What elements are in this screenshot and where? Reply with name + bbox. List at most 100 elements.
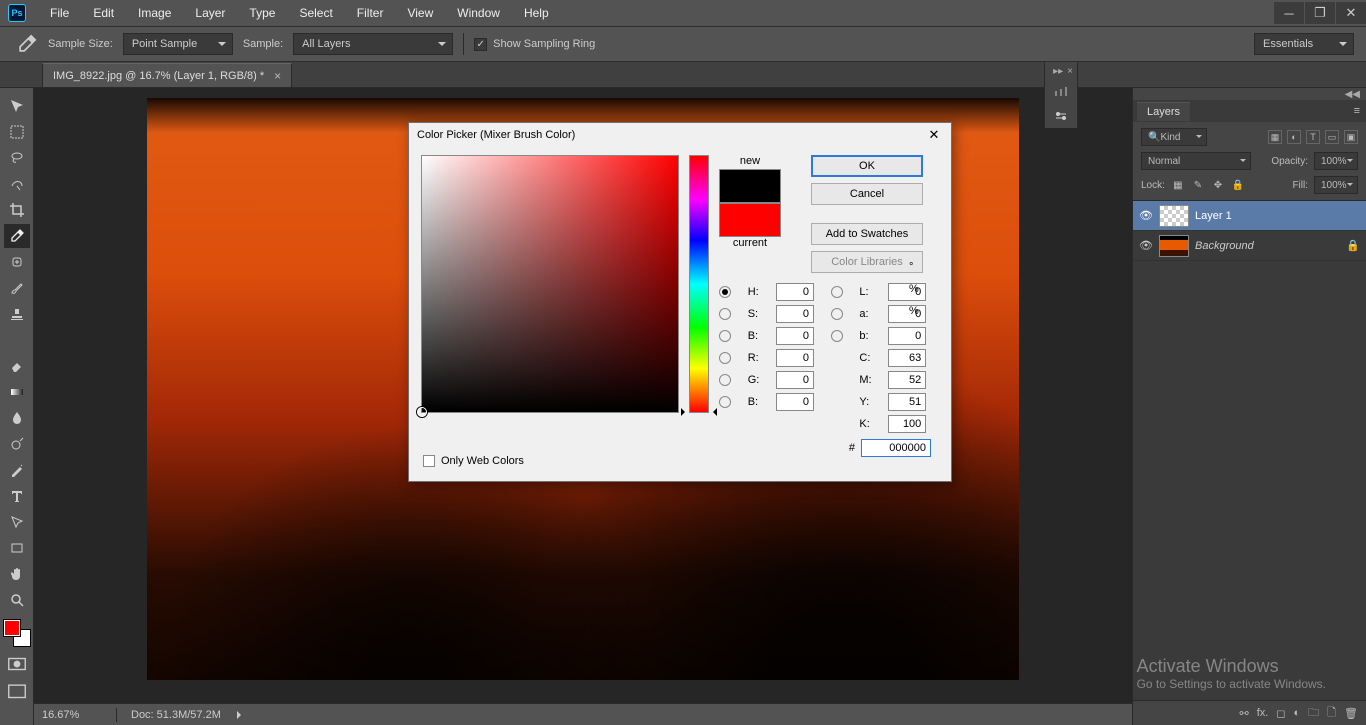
healing-tool[interactable] — [4, 250, 30, 274]
a-input[interactable]: 0 — [888, 305, 926, 323]
pixel-filter-icon[interactable]: ▦ — [1268, 130, 1282, 144]
status-menu-icon[interactable] — [237, 711, 245, 719]
brush-tool[interactable] — [4, 276, 30, 300]
quick-select-tool[interactable] — [4, 172, 30, 196]
opacity-input[interactable]: 100% — [1314, 152, 1358, 170]
quick-mask-toggle[interactable] — [6, 654, 28, 674]
layer-item[interactable]: 👁 Layer 1 — [1133, 201, 1366, 231]
layers-tab[interactable]: Layers — [1137, 102, 1190, 121]
layer-thumbnail[interactable] — [1159, 205, 1189, 227]
dialog-titlebar[interactable]: Color Picker (Mixer Brush Color) ✕ — [409, 123, 951, 147]
eraser-tool[interactable] — [4, 354, 30, 378]
shape-filter-icon[interactable]: ▭ — [1325, 130, 1339, 144]
sat-input[interactable]: 0 — [776, 305, 814, 323]
sample-size-dropdown[interactable]: Point Sample — [123, 33, 233, 55]
color-swatches[interactable] — [4, 620, 30, 646]
lock-position-icon[interactable]: ✥ — [1211, 178, 1225, 192]
blur-tool[interactable] — [4, 406, 30, 430]
filter-kind-dropdown[interactable]: 🔍 Kind — [1141, 128, 1207, 146]
menu-type[interactable]: Type — [237, 2, 287, 24]
stamp-tool[interactable] — [4, 302, 30, 326]
c-input[interactable]: 63 — [888, 349, 926, 367]
lock-all-icon[interactable]: 🔒 — [1231, 178, 1245, 192]
g-input[interactable]: 0 — [776, 371, 814, 389]
adjust-filter-icon[interactable]: ◐ — [1287, 130, 1301, 144]
zoom-level[interactable]: 16.67% — [42, 709, 102, 721]
layer-name[interactable]: Background — [1195, 240, 1254, 252]
color-libraries-button[interactable]: Color Libraries — [811, 251, 923, 273]
doc-size[interactable]: Doc: 51.3M/57.2M — [131, 709, 221, 721]
new-layer-icon[interactable]: 🗋 — [1327, 704, 1336, 723]
dialog-close-icon[interactable]: ✕ — [925, 126, 943, 144]
smart-filter-icon[interactable]: ▣ — [1344, 130, 1358, 144]
lock-transparent-icon[interactable]: ▦ — [1171, 178, 1185, 192]
b2-input[interactable]: 0 — [776, 393, 814, 411]
sample-layers-dropdown[interactable]: All Layers — [293, 33, 453, 55]
panel-menu-icon[interactable]: ≡ — [1348, 105, 1366, 117]
hue-input[interactable]: 0 — [776, 283, 814, 301]
close-tab-icon[interactable]: × — [274, 69, 281, 83]
blend-mode-dropdown[interactable]: Normal — [1141, 152, 1251, 170]
l-radio[interactable] — [831, 286, 843, 298]
ok-button[interactable]: OK — [811, 155, 923, 177]
type-filter-icon[interactable]: T — [1306, 130, 1320, 144]
menu-select[interactable]: Select — [287, 2, 344, 24]
y-input[interactable]: 51 — [888, 393, 926, 411]
move-tool[interactable] — [4, 94, 30, 118]
lasso-tool[interactable] — [4, 146, 30, 170]
filter-type-icons[interactable]: ▦ ◐ T ▭ ▣ — [1268, 130, 1358, 144]
hue-slider[interactable] — [689, 155, 709, 413]
panel-grip[interactable]: ◀◀ — [1133, 88, 1366, 100]
current-color-swatch[interactable] — [719, 203, 781, 237]
menu-file[interactable]: File — [38, 2, 81, 24]
show-sampling-ring-checkbox[interactable]: ✓ Show Sampling Ring — [474, 38, 595, 51]
dodge-tool[interactable] — [4, 432, 30, 456]
a-radio[interactable] — [831, 308, 843, 320]
eyedropper-tool-preset-icon[interactable] — [16, 33, 38, 55]
hand-tool[interactable] — [4, 562, 30, 586]
hue-radio[interactable] — [719, 286, 731, 298]
fill-input[interactable]: 100% — [1314, 176, 1358, 194]
minimize-button[interactable]: ─ — [1274, 2, 1304, 24]
layer-item[interactable]: 👁 Background 🔒 — [1133, 231, 1366, 261]
fx-icon[interactable]: fx. — [1257, 707, 1269, 719]
layer-thumbnail[interactable] — [1159, 235, 1189, 257]
workspace-dropdown[interactable]: Essentials — [1254, 33, 1354, 55]
menu-layer[interactable]: Layer — [183, 2, 237, 24]
layer-name[interactable]: Layer 1 — [1195, 210, 1232, 222]
b-radio[interactable] — [831, 330, 843, 342]
maximize-button[interactable]: ❐ — [1305, 2, 1335, 24]
b2-radio[interactable] — [719, 396, 731, 408]
m-input[interactable]: 52 — [888, 371, 926, 389]
strip-grip[interactable]: ▸▸× — [1045, 64, 1077, 78]
close-button[interactable]: ✕ — [1336, 2, 1366, 24]
add-to-swatches-button[interactable]: Add to Swatches — [811, 223, 923, 245]
history-brush-tool[interactable] — [4, 328, 30, 352]
type-tool[interactable] — [4, 484, 30, 508]
link-layers-icon[interactable]: ⚯ — [1240, 707, 1249, 720]
color-field-cursor[interactable] — [417, 407, 427, 417]
g-radio[interactable] — [719, 374, 731, 386]
marquee-tool[interactable] — [4, 120, 30, 144]
brush-presets-panel-icon[interactable] — [1046, 104, 1076, 128]
document-tab[interactable]: IMG_8922.jpg @ 16.7% (Layer 1, RGB/8) * … — [42, 63, 292, 87]
sat-radio[interactable] — [719, 308, 731, 320]
bri-input[interactable]: 0 — [776, 327, 814, 345]
crop-tool[interactable] — [4, 198, 30, 222]
screen-mode-toggle[interactable] — [6, 682, 28, 702]
mask-icon[interactable]: ◻ — [1276, 707, 1285, 720]
only-web-colors-checkbox[interactable]: Only Web Colors — [423, 455, 524, 467]
menu-image[interactable]: Image — [126, 2, 183, 24]
r-input[interactable]: 0 — [776, 349, 814, 367]
menu-help[interactable]: Help — [512, 2, 561, 24]
visibility-icon[interactable]: 👁 — [1139, 209, 1153, 222]
menu-view[interactable]: View — [395, 2, 445, 24]
color-field[interactable] — [421, 155, 679, 413]
menu-window[interactable]: Window — [445, 2, 512, 24]
k-input[interactable]: 100 — [888, 415, 926, 433]
hex-input[interactable]: 000000 — [861, 439, 931, 457]
r-radio[interactable] — [719, 352, 731, 364]
l-input[interactable]: 0 — [888, 283, 926, 301]
cancel-button[interactable]: Cancel — [811, 183, 923, 205]
adjustment-icon[interactable]: ◐ — [1294, 707, 1301, 719]
